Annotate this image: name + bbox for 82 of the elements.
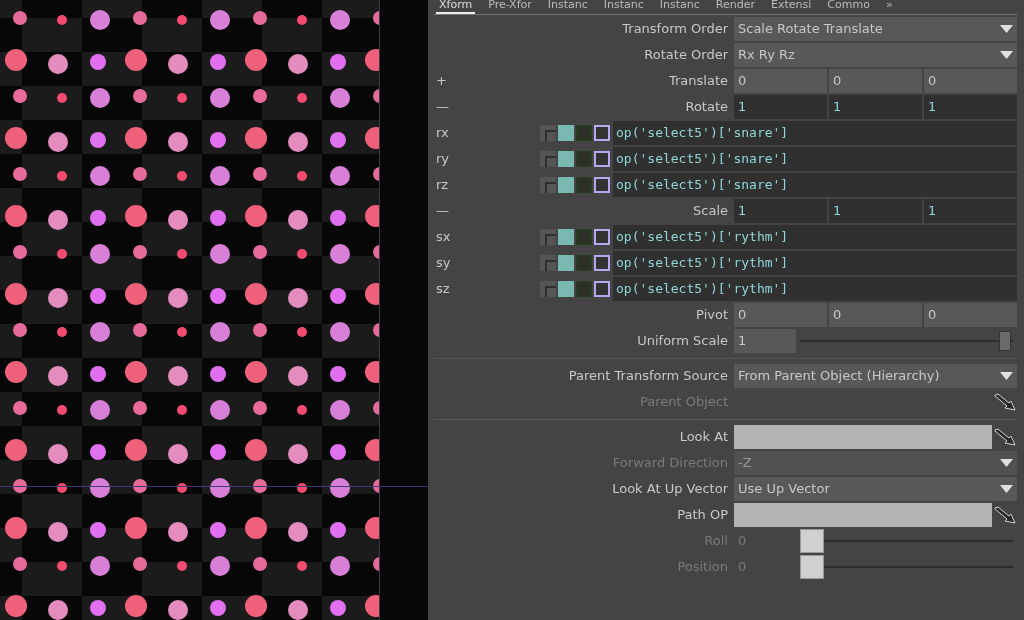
- drag-arrow-icon[interactable]: [993, 428, 1016, 446]
- parameter-name: rx: [435, 124, 450, 143]
- dropdown-menu[interactable]: From Parent Object (Hierarchy): [734, 364, 1017, 388]
- expand-toggle[interactable]: —: [434, 201, 474, 221]
- parameter-label: Rotate: [684, 98, 729, 117]
- corner-square-icon[interactable]: [540, 255, 556, 271]
- number-field[interactable]: 1: [829, 199, 922, 223]
- filled-square-icon[interactable]: [558, 255, 574, 271]
- expand-toggle[interactable]: +: [434, 71, 474, 91]
- parameter-name: ry: [435, 150, 451, 169]
- outline-square-icon[interactable]: [594, 125, 610, 141]
- tab[interactable]: Instanc: [600, 0, 647, 14]
- caret-icon: [1000, 459, 1013, 467]
- parameter-label: Pivot: [695, 306, 729, 325]
- tab[interactable]: Instanc: [544, 0, 591, 14]
- caret-icon: [1000, 51, 1013, 59]
- expand-toggle[interactable]: —: [434, 97, 474, 117]
- number-field[interactable]: 1: [829, 95, 922, 119]
- caret-icon: [1000, 25, 1013, 33]
- parameter-name: sy: [435, 254, 452, 273]
- corner-square-icon[interactable]: [540, 177, 556, 193]
- number-field[interactable]: 0: [924, 303, 1017, 327]
- tab[interactable]: Extensi: [768, 0, 815, 14]
- caret-icon: [1000, 372, 1013, 380]
- tab[interactable]: Render: [712, 0, 759, 14]
- more-tabs-icon[interactable]: »: [882, 0, 896, 14]
- expression-field[interactable]: op('select5')['snare']: [613, 121, 1017, 145]
- number-field[interactable]: 1: [924, 199, 1017, 223]
- corner-square-icon[interactable]: [540, 229, 556, 245]
- number-field[interactable]: 1: [734, 199, 827, 223]
- parameter-name: sx: [435, 228, 452, 247]
- number-field[interactable]: 1: [734, 95, 827, 119]
- parameter-label: Rotate Order: [643, 46, 729, 65]
- corner-square-icon[interactable]: [540, 151, 556, 167]
- parameter-label: Uniform Scale: [636, 332, 729, 351]
- parameter-label: Translate: [667, 72, 729, 91]
- expression-field[interactable]: op('select5')['rythm']: [613, 251, 1017, 275]
- parameter-label: Transform Order: [621, 20, 729, 39]
- expression-field[interactable]: op('select5')['rythm']: [613, 225, 1017, 249]
- filled-square-icon[interactable]: [558, 281, 574, 297]
- tab[interactable]: Instanc: [656, 0, 703, 14]
- operator-field[interactable]: [734, 425, 992, 449]
- outline-square-icon[interactable]: [594, 151, 610, 167]
- outline-square-icon[interactable]: [594, 177, 610, 193]
- expression-field[interactable]: op('select5')['snare']: [613, 147, 1017, 171]
- outline-square-icon[interactable]: [594, 255, 610, 271]
- number-field[interactable]: 0: [734, 69, 827, 93]
- dropdown-menu[interactable]: Use Up Vector: [734, 477, 1017, 501]
- number-field[interactable]: 1: [734, 329, 796, 353]
- parameter-label: Parent Transform Source: [567, 367, 729, 386]
- drag-arrow-icon[interactable]: [993, 393, 1016, 411]
- parameter-label: Look At: [678, 428, 729, 447]
- tab[interactable]: Pre-Xfor: [485, 0, 535, 14]
- expression-field[interactable]: op('select5')['snare']: [613, 173, 1017, 197]
- parameter-name: sz: [435, 280, 451, 299]
- filled-square-icon[interactable]: [558, 151, 574, 167]
- number-field[interactable]: 0: [829, 303, 922, 327]
- parameter-label: Path OP: [676, 506, 729, 525]
- parameter-name: rz: [435, 176, 450, 195]
- dropdown-menu[interactable]: Rx Ry Rz: [734, 43, 1017, 67]
- parameter-label: Look At Up Vector: [611, 480, 729, 499]
- drag-arrow-icon[interactable]: [993, 506, 1016, 524]
- parameter-label: Scale: [692, 202, 729, 221]
- expression-field[interactable]: op('select5')['rythm']: [613, 277, 1017, 301]
- operator-field[interactable]: [734, 503, 992, 527]
- dropdown-menu[interactable]: Scale Rotate Translate: [734, 17, 1017, 41]
- outline-square-icon[interactable]: [594, 281, 610, 297]
- caret-icon: [1000, 485, 1013, 493]
- filled-square-icon[interactable]: [558, 125, 574, 141]
- tab[interactable]: Xform: [436, 0, 476, 14]
- number-field[interactable]: 0: [734, 303, 827, 327]
- number-field[interactable]: 0: [829, 69, 922, 93]
- filled-square-icon[interactable]: [558, 177, 574, 193]
- tab[interactable]: Commo: [824, 0, 873, 14]
- filled-square-icon[interactable]: [558, 229, 574, 245]
- corner-square-icon[interactable]: [540, 281, 556, 297]
- corner-square-icon[interactable]: [540, 125, 556, 141]
- number-field[interactable]: 1: [924, 95, 1017, 119]
- outline-square-icon[interactable]: [594, 229, 610, 245]
- slider-thumb[interactable]: [999, 331, 1011, 351]
- number-field[interactable]: 0: [924, 69, 1017, 93]
- dropdown-menu: -Z: [734, 451, 1017, 475]
